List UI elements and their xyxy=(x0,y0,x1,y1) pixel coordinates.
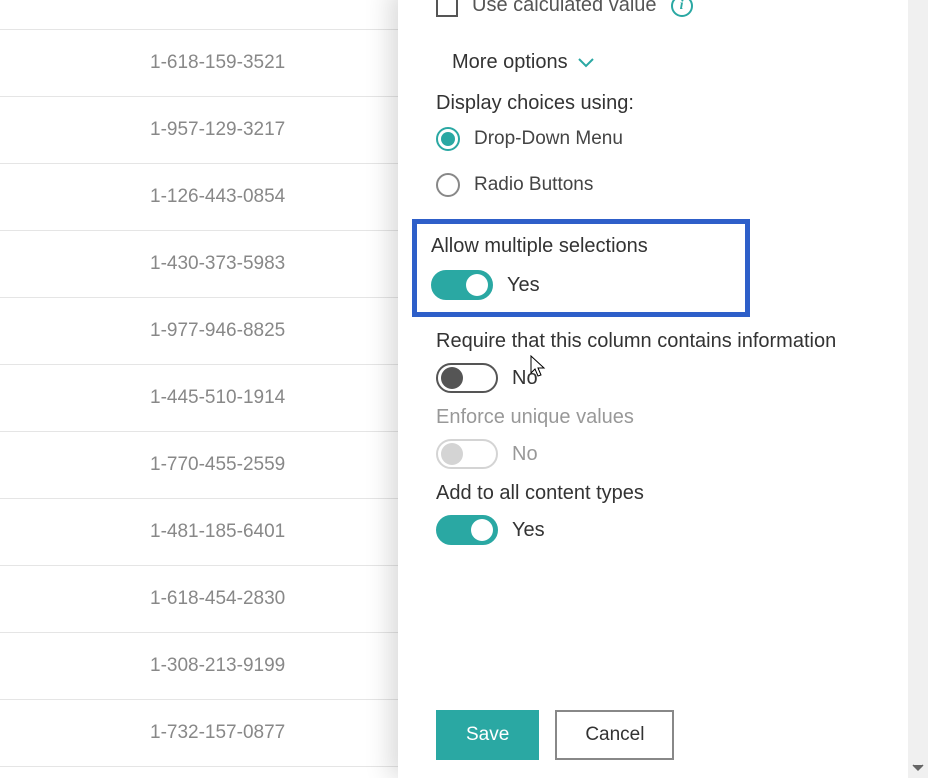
phone-number: 1-732-157-0877 xyxy=(150,722,285,744)
enforce-unique-label: Enforce unique values xyxy=(436,403,870,431)
list-item[interactable]: 1-481-185-6401 xyxy=(0,499,400,566)
phone-number: 1-308-213-9199 xyxy=(150,655,285,677)
panel-content: Use calculated value i More options Disp… xyxy=(398,0,908,692)
enforce-unique-value: No xyxy=(512,443,538,466)
save-button[interactable]: Save xyxy=(436,710,539,760)
phone-number: 1-445-510-1914 xyxy=(150,387,285,409)
scroll-down-arrow-icon[interactable] xyxy=(908,758,928,778)
display-choices-radio-group: Drop-Down Menu Radio Buttons xyxy=(436,127,870,197)
list-item[interactable]: 1-618-454-2830 xyxy=(0,566,400,633)
add-to-content-types-value: Yes xyxy=(512,519,545,542)
phone-number: 1-618-159-3521 xyxy=(150,52,285,74)
radio-label: Radio Buttons xyxy=(474,174,593,196)
list-item[interactable]: 1-445-510-1914 xyxy=(0,365,400,432)
radio-input[interactable] xyxy=(436,127,460,151)
enforce-unique-section: Enforce unique values No xyxy=(436,403,870,469)
phone-number: 1-977-946-8825 xyxy=(150,320,285,342)
list-item[interactable]: 1-126-443-0854 xyxy=(0,164,400,231)
cancel-button[interactable]: Cancel xyxy=(555,710,674,760)
scrollbar-track[interactable] xyxy=(908,0,928,778)
list-item[interactable]: 1-957-129-3217 xyxy=(0,97,400,164)
add-to-content-types-toggle-row: Yes xyxy=(436,515,870,545)
enforce-unique-toggle-row: No xyxy=(436,439,870,469)
require-info-toggle[interactable] xyxy=(436,363,498,393)
add-to-content-types-section: Add to all content types Yes xyxy=(436,479,870,545)
background-phone-list: 1-618-159-3521 1-957-129-3217 1-126-443-… xyxy=(0,0,400,778)
require-info-value: No xyxy=(512,367,538,390)
list-item[interactable]: 1-770-455-2559 xyxy=(0,432,400,499)
list-item xyxy=(0,0,400,30)
radio-radio-buttons[interactable]: Radio Buttons xyxy=(436,173,870,197)
allow-multiple-toggle[interactable] xyxy=(431,270,493,300)
list-item[interactable]: 1-430-373-5983 xyxy=(0,231,400,298)
display-choices-heading: Display choices using: xyxy=(436,92,870,115)
list-item[interactable]: 1-618-159-3521 xyxy=(0,30,400,97)
radio-label: Drop-Down Menu xyxy=(474,128,623,150)
list-item[interactable]: 1-308-213-9199 xyxy=(0,633,400,700)
chevron-down-icon xyxy=(578,51,594,74)
column-settings-panel: Use calculated value i More options Disp… xyxy=(398,0,908,778)
add-to-content-types-toggle[interactable] xyxy=(436,515,498,545)
more-options-toggle[interactable]: More options xyxy=(436,51,870,74)
require-info-section: Require that this column contains inform… xyxy=(436,327,870,393)
phone-number: 1-126-443-0854 xyxy=(150,186,285,208)
panel-footer: Save Cancel xyxy=(398,692,908,778)
phone-number: 1-957-129-3217 xyxy=(150,119,285,141)
radio-input[interactable] xyxy=(436,173,460,197)
phone-number: 1-770-455-2559 xyxy=(150,454,285,476)
toggle-knob xyxy=(441,367,463,389)
require-info-label: Require that this column contains inform… xyxy=(436,327,870,355)
phone-number: 1-430-373-5983 xyxy=(150,253,285,275)
use-calculated-value-checkbox[interactable] xyxy=(436,0,458,17)
list-item[interactable]: 1-977-946-8825 xyxy=(0,298,400,365)
phone-number: 1-618-454-2830 xyxy=(150,588,285,610)
more-options-label: More options xyxy=(452,51,568,74)
require-info-toggle-row: No xyxy=(436,363,870,393)
allow-multiple-highlight: Allow multiple selections Yes xyxy=(412,219,750,317)
enforce-unique-toggle xyxy=(436,439,498,469)
toggle-knob xyxy=(441,443,463,465)
radio-drop-down-menu[interactable]: Drop-Down Menu xyxy=(436,127,870,151)
phone-number: 1-481-185-6401 xyxy=(150,521,285,543)
allow-multiple-label: Allow multiple selections xyxy=(431,232,735,260)
use-calculated-value-label: Use calculated value xyxy=(472,0,657,17)
allow-multiple-value: Yes xyxy=(507,274,540,297)
add-to-content-types-label: Add to all content types xyxy=(436,479,870,507)
use-calculated-value-row: Use calculated value i xyxy=(436,0,870,17)
toggle-knob xyxy=(471,519,493,541)
toggle-knob xyxy=(466,274,488,296)
display-choices-section: Display choices using: Drop-Down Menu Ra… xyxy=(436,92,870,197)
info-icon[interactable]: i xyxy=(671,0,693,17)
list-item[interactable]: 1-732-157-0877 xyxy=(0,700,400,767)
allow-multiple-toggle-row: Yes xyxy=(431,270,735,300)
